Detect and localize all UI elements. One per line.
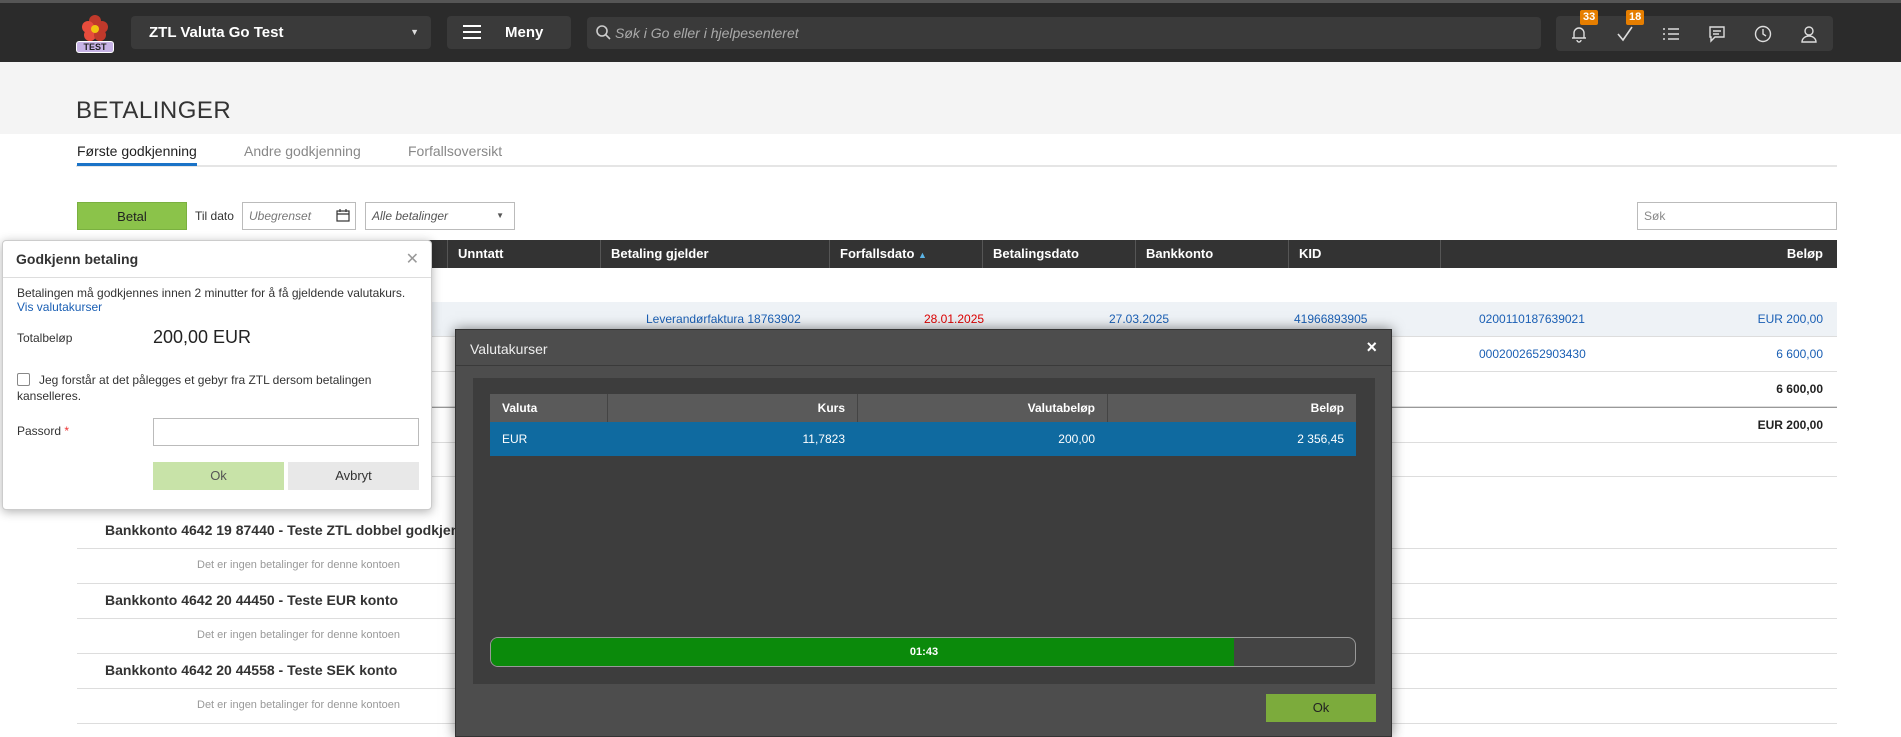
- table-row[interactable]: EUR 11,7823 200,00 2 356,45: [490, 422, 1356, 456]
- chevron-down-icon: ▼: [496, 211, 504, 220]
- payment-filter-select[interactable]: Alle betalinger ▼: [365, 202, 515, 230]
- user-icon: [1801, 26, 1817, 43]
- approve-payment-popup: Godkjenn betaling ✕ Betalingen må godkje…: [2, 240, 432, 510]
- chat-icon: [1709, 26, 1725, 43]
- password-input[interactable]: [153, 418, 419, 446]
- password-label-text: Passord: [17, 424, 62, 438]
- test-tag: TEST: [76, 41, 114, 53]
- popup-title: Godkjenn betaling: [16, 251, 139, 267]
- top-bar: TEST ZTL Valuta Go Test ▼ Meny 33 18: [0, 0, 1901, 62]
- empty-message: Det er ingen betalinger for denne kontoe…: [197, 559, 401, 571]
- divider: [3, 277, 431, 278]
- modal-body: Valuta Kurs Valutabeløp Beløp EUR 11,782…: [473, 378, 1375, 684]
- global-search: [587, 17, 1541, 49]
- cell-kurs: 11,7823: [802, 432, 846, 446]
- payment-filter-value: Alle betalinger: [372, 209, 449, 223]
- total-value: EUR 200,00: [1757, 418, 1823, 432]
- exchange-rates-modal: Valutakurser × Valuta Kurs Valutabeløp B…: [455, 329, 1392, 737]
- section-title: Bankkonto 4642 20 44450 - Teste EUR kont…: [105, 592, 399, 608]
- col-forfallsdato-label: Forfallsdato: [840, 246, 915, 261]
- timer-countdown: 01:43: [909, 646, 939, 658]
- popup-message: Betalingen må godkjennes innen 2 minutte…: [17, 286, 406, 300]
- chevron-down-icon: ▼: [410, 27, 419, 37]
- cell-valuta: EUR: [502, 432, 528, 446]
- col-belop[interactable]: Beløp: [1440, 240, 1837, 268]
- password-label: Passord *: [17, 424, 69, 438]
- til-dato-input[interactable]: Ubegrenset: [242, 202, 356, 230]
- global-search-input[interactable]: [615, 17, 1515, 49]
- show-rates-link[interactable]: Vis valutakurser: [17, 300, 102, 314]
- messages-button[interactable]: [1694, 16, 1740, 51]
- total-label: Totalbeløp: [17, 331, 73, 345]
- total-amount: 200,00 EUR: [153, 327, 252, 347]
- hamburger-icon: [463, 25, 481, 43]
- modal-ok-button[interactable]: Ok: [1266, 694, 1376, 722]
- empty-message: Det er ingen betalinger for denne kontoe…: [197, 629, 401, 641]
- betal-button[interactable]: Betal: [77, 202, 187, 230]
- list-button[interactable]: [1648, 16, 1694, 51]
- bell-icon: [1572, 27, 1586, 43]
- company-selector[interactable]: ZTL Valuta Go Test ▼: [131, 16, 431, 49]
- rates-table-header: Valuta Kurs Valutabeløp Beløp: [490, 394, 1356, 422]
- tab-andre-godkjenning[interactable]: Andre godkjenning: [244, 143, 361, 159]
- col-unntatt[interactable]: Unntatt bilagsgodkjenning: [447, 240, 600, 289]
- subtotal-value: 6 600,00: [1776, 382, 1823, 396]
- section-title: Bankkonto 4642 20 44558 - Teste SEK kont…: [105, 662, 398, 678]
- cell-kid: 0002002652903430: [1479, 347, 1586, 361]
- list-icon: [1663, 28, 1679, 40]
- logo-flower-icon: [82, 15, 108, 41]
- checkmark-icon: [1617, 26, 1633, 42]
- popup-cancel-button[interactable]: Avbryt: [288, 462, 419, 490]
- tab-bar: Første godkjenning Andre godkjenning For…: [76, 141, 1837, 167]
- col-kurs: Kurs: [607, 394, 857, 422]
- notifications-badge: 33: [1580, 10, 1599, 25]
- calendar-icon[interactable]: [336, 209, 350, 222]
- divider: [456, 365, 1391, 366]
- fee-consent-text: Jeg forstår at det pålegges et gebyr fra…: [17, 373, 372, 403]
- fee-consent-checkbox[interactable]: [17, 373, 30, 386]
- til-dato-label: Til dato: [195, 209, 234, 223]
- til-dato-placeholder: Ubegrenset: [249, 209, 312, 223]
- col-valuta: Valuta: [502, 401, 538, 415]
- tasks-button[interactable]: 18: [1602, 10, 1648, 51]
- tab-forfallsoversikt[interactable]: Forfallsoversikt: [408, 143, 502, 159]
- col-betalingsdato[interactable]: Betalingsdato: [982, 240, 1135, 268]
- menu-label: Meny: [505, 24, 544, 41]
- profile-button[interactable]: [1786, 16, 1832, 51]
- popup-ok-button[interactable]: Ok: [153, 462, 284, 490]
- notifications-button[interactable]: 33: [1556, 10, 1602, 51]
- header-icon-group: 33 18: [1556, 10, 1833, 51]
- cell-belop: EUR 200,00: [1757, 312, 1823, 326]
- page-header: [0, 62, 1901, 134]
- history-button[interactable]: [1740, 16, 1786, 51]
- table-search-input[interactable]: Søk: [1637, 202, 1837, 230]
- col-belop: Beløp: [1107, 394, 1356, 422]
- cell-kid: 0200110187639021: [1479, 312, 1585, 326]
- tab-forste-godkjenning[interactable]: Første godkjenning: [77, 143, 197, 166]
- modal-title: Valutakurser: [470, 341, 548, 357]
- search-icon: [596, 25, 611, 40]
- clock-icon: [1754, 25, 1772, 43]
- tasks-badge: 18: [1626, 10, 1645, 25]
- company-name: ZTL Valuta Go Test: [149, 24, 284, 41]
- app-logo[interactable]: TEST: [74, 13, 116, 57]
- required-marker: *: [64, 424, 70, 438]
- cell-belop: 2 356,45: [1297, 432, 1344, 446]
- col-kid[interactable]: KID: [1288, 240, 1440, 268]
- col-bankkonto[interactable]: Bankkonto: [1135, 240, 1288, 268]
- close-icon[interactable]: ✕: [406, 249, 419, 269]
- col-forfallsdato[interactable]: Forfallsdato ▲: [829, 240, 982, 268]
- section-title: Bankkonto 4642 19 87440 - Teste ZTL dobb…: [105, 522, 460, 538]
- menu-button[interactable]: Meny: [447, 16, 571, 49]
- col-betaling-gjelder[interactable]: Betaling gjelder: [600, 240, 829, 268]
- timer-progress-bar: 01:43: [490, 637, 1356, 667]
- cell-belop: 6 600,00: [1776, 347, 1823, 361]
- page-title: BETALINGER: [76, 97, 232, 124]
- col-valutabelop: Valutabeløp: [857, 394, 1107, 422]
- close-icon[interactable]: ×: [1366, 337, 1377, 358]
- cell-valutabelop: 200,00: [1058, 432, 1095, 446]
- empty-message: Det er ingen betalinger for denne kontoe…: [197, 699, 401, 711]
- sort-ascending-icon: ▲: [918, 250, 927, 260]
